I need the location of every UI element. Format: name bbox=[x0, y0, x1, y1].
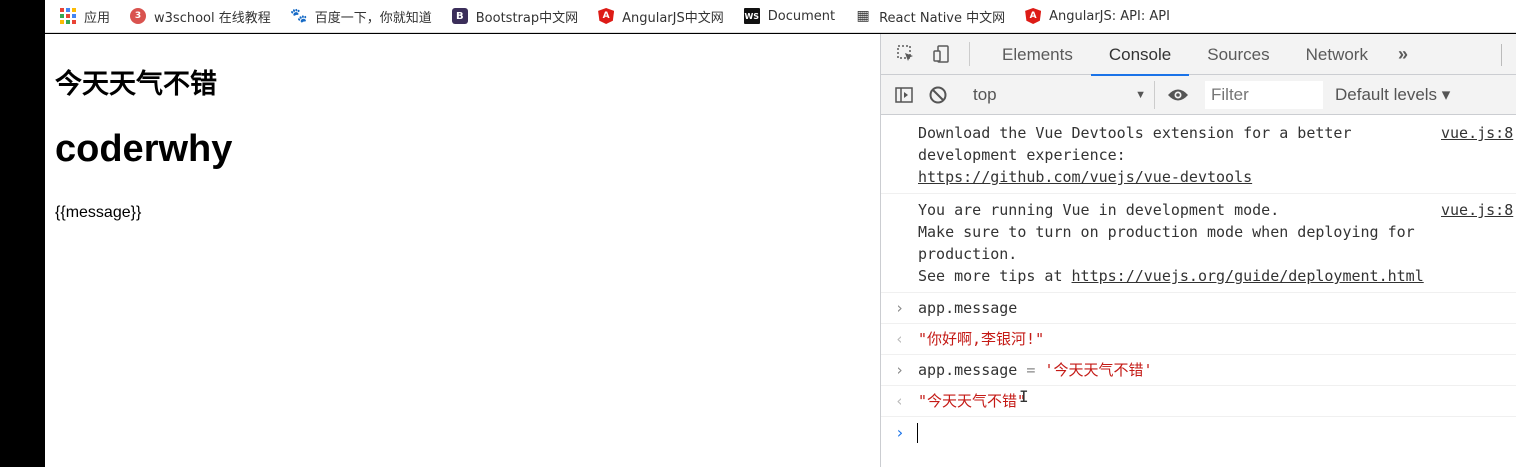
page-content: 今天天气不错 coderwhy {{message}} bbox=[45, 34, 880, 467]
bookmarks-bar: 应用 3 w3school 在线教程 🐾 百度一下，你就知道 B Bootstr… bbox=[45, 0, 1516, 33]
react-native-icon: ▦ bbox=[856, 8, 870, 24]
message-line: production. bbox=[918, 245, 1018, 263]
message-line: You are running Vue in development mode. bbox=[918, 201, 1280, 219]
input-chevron-icon: › bbox=[895, 361, 905, 379]
bookmark-label: Bootstrap中文网 bbox=[475, 10, 579, 26]
context-selector[interactable]: top ▼ bbox=[963, 80, 1155, 109]
angular-icon: A bbox=[1025, 8, 1042, 24]
text-caret bbox=[917, 423, 918, 443]
devtools-tab-bar: Elements Console Sources Network » bbox=[881, 34, 1516, 76]
message-line: development experience: bbox=[918, 146, 1126, 164]
log-levels-dropdown[interactable]: Default levels ▾ bbox=[1335, 85, 1450, 105]
console-output-string: "你好啊,李银河!" bbox=[918, 330, 1045, 348]
console-output[interactable]: Download the Vue Devtools extension for … bbox=[881, 117, 1516, 467]
bookmark-react-native[interactable]: ▦ React Native 中文网 bbox=[855, 7, 1005, 26]
device-toolbar-icon[interactable] bbox=[931, 43, 953, 65]
input-chevron-icon: › bbox=[895, 299, 905, 317]
page-heading-h2: 今天天气不错 bbox=[55, 69, 217, 100]
assignment-operator: = bbox=[1017, 361, 1045, 379]
source-link[interactable]: vue.js:8 bbox=[1441, 122, 1516, 144]
webstorm-icon: WS bbox=[743, 8, 760, 24]
console-output-string: "今天天气不错" bbox=[918, 392, 1027, 410]
message-line: Make sure to turn on production mode whe… bbox=[918, 223, 1415, 241]
context-value: top bbox=[973, 84, 997, 104]
message-line: Download the Vue Devtools extension for … bbox=[918, 124, 1352, 142]
console-output-row: ‹ "今天天气不错" bbox=[881, 386, 1516, 417]
console-output-row: ‹ "你好啊,李银河!" bbox=[881, 324, 1516, 355]
bookmark-label: 百度一下，你就知道 bbox=[314, 10, 432, 26]
w3school-icon: 3 bbox=[130, 8, 147, 24]
message-prefix: See more tips at bbox=[918, 267, 1072, 285]
devtools-link[interactable]: https://github.com/vuejs/vue-devtools bbox=[918, 166, 1478, 188]
prompt-chevron-icon: › bbox=[895, 423, 905, 442]
bookmark-angularjs-cn[interactable]: A AngularJS中文网 bbox=[598, 7, 724, 26]
deployment-link[interactable]: https://vuejs.org/guide/deployment.html bbox=[1072, 267, 1424, 285]
toolbar-divider bbox=[969, 42, 970, 66]
message-line: See more tips at https://vuejs.org/guide… bbox=[918, 265, 1478, 287]
angular-icon: A bbox=[598, 8, 615, 24]
console-input-string: '今天天气不错' bbox=[1044, 361, 1153, 379]
console-input-text: app.message bbox=[918, 361, 1018, 379]
console-input-text: app.message bbox=[918, 299, 1018, 317]
tab-console[interactable]: Console bbox=[1090, 34, 1190, 76]
bookmark-label: React Native 中文网 bbox=[879, 10, 1006, 26]
page-heading-h1: coderwhy bbox=[55, 128, 233, 170]
inspect-element-icon[interactable] bbox=[895, 43, 917, 65]
bookmark-angularjs-api[interactable]: A AngularJS: API: API bbox=[1025, 8, 1170, 24]
bookmark-label: w3school 在线教程 bbox=[154, 10, 271, 26]
toolbar-divider bbox=[1501, 44, 1502, 66]
output-chevron-icon: ‹ bbox=[895, 392, 905, 410]
tab-network[interactable]: Network bbox=[1288, 34, 1386, 75]
console-toolbar: top ▼ Default levels ▾ bbox=[881, 75, 1516, 115]
clear-console-icon[interactable] bbox=[927, 84, 949, 106]
bookmark-label: AngularJS中文网 bbox=[622, 10, 724, 26]
output-chevron-icon: ‹ bbox=[895, 330, 905, 348]
bookmark-label: AngularJS: API: API bbox=[1049, 8, 1170, 24]
bookmark-w3school[interactable]: 3 w3school 在线教程 bbox=[130, 7, 271, 26]
live-expression-eye-icon[interactable] bbox=[1167, 84, 1189, 106]
dropdown-arrow-icon: ▼ bbox=[1135, 88, 1146, 101]
message-placeholder-text: {{message}} bbox=[55, 204, 142, 221]
bookmark-baidu[interactable]: 🐾 百度一下，你就知道 bbox=[290, 7, 432, 26]
bookmark-document[interactable]: WS Document bbox=[743, 8, 836, 24]
bookmark-label: 应用 bbox=[84, 10, 111, 26]
bookmark-apps[interactable]: 应用 bbox=[60, 7, 110, 26]
console-input-row: › app.message bbox=[881, 293, 1516, 324]
console-message: Download the Vue Devtools extension for … bbox=[881, 117, 1516, 194]
tab-elements[interactable]: Elements bbox=[984, 34, 1091, 75]
console-prompt[interactable]: › bbox=[881, 417, 1516, 451]
bookmark-label: Document bbox=[767, 8, 836, 24]
baidu-paw-icon: 🐾 bbox=[290, 8, 308, 24]
devtools-panel: Elements Console Sources Network » top ▼… bbox=[880, 34, 1516, 467]
sidebar-toggle-icon[interactable] bbox=[893, 84, 915, 106]
source-link[interactable]: vue.js:8 bbox=[1441, 199, 1516, 221]
tab-sources[interactable]: Sources bbox=[1189, 34, 1287, 75]
console-message: You are running Vue in development mode.… bbox=[881, 194, 1516, 293]
apps-grid-icon bbox=[60, 8, 76, 24]
bootstrap-icon: B bbox=[451, 8, 468, 24]
console-input-row: › app.message = '今天天气不错' bbox=[881, 355, 1516, 386]
console-filter-input[interactable] bbox=[1205, 80, 1323, 109]
more-tabs-button[interactable]: » bbox=[1386, 44, 1420, 65]
mouse-ibeam-cursor-icon: I bbox=[1019, 387, 1029, 406]
bookmark-bootstrap[interactable]: B Bootstrap中文网 bbox=[451, 7, 579, 26]
